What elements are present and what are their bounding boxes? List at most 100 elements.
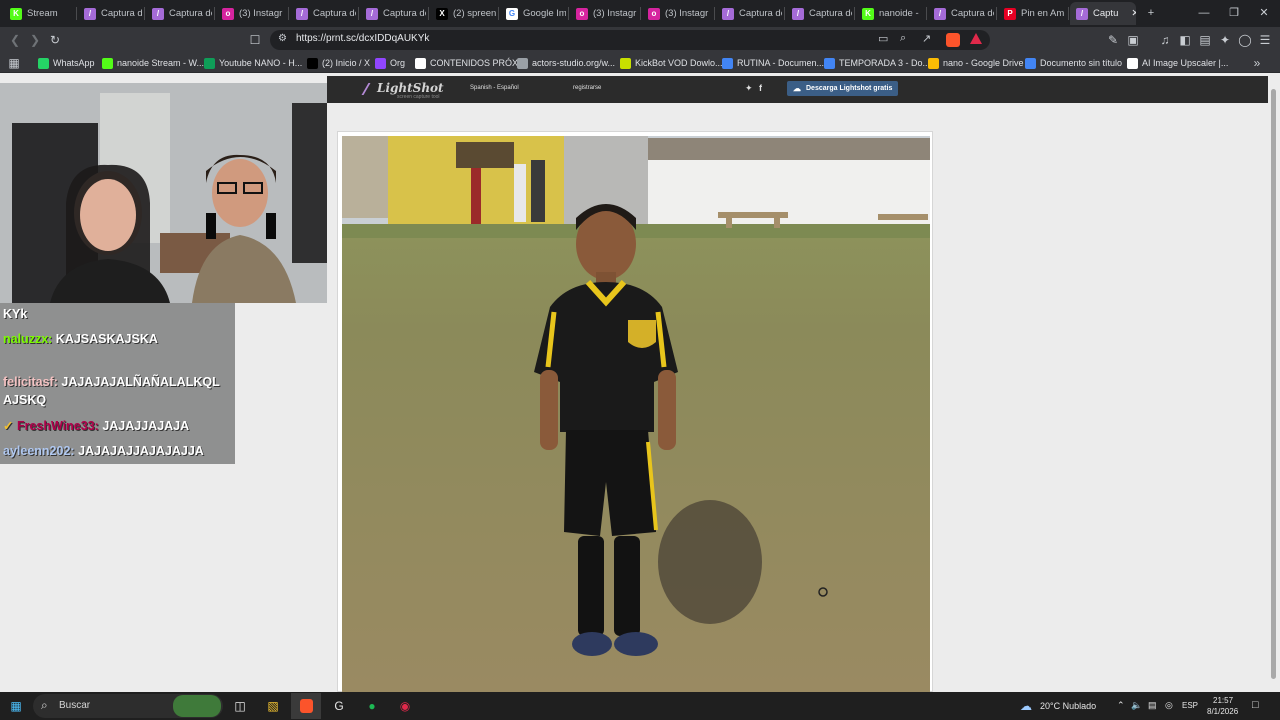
extensions-icon[interactable]: ✎ [1104,31,1122,49]
globe-icon [517,57,528,69]
browser-tab[interactable]: / Captura de [360,2,426,25]
ai-icon [1127,57,1138,69]
feather-icon: / [84,7,96,20]
more-bookmarks-icon[interactable]: » [1248,54,1266,72]
reload-icon[interactable]: ↻ [46,31,64,49]
kick-icon: K [10,7,22,20]
browser-tab[interactable]: / Captura de [716,2,782,25]
bookmark-item[interactable]: Org [375,56,405,70]
browser-tab[interactable]: / Captura de [290,2,356,25]
language-link[interactable]: Spanish - Español [470,85,519,91]
browser-tab[interactable]: o (3) Instagr [642,2,712,25]
x-icon: X [436,7,448,20]
twitter-icon[interactable]: ✦ [745,83,753,94]
new-tab-button[interactable]: + [1137,4,1165,22]
tab-title: (3) Instagr [593,8,637,19]
forward-icon[interactable]: ❯ [26,31,44,49]
bookmark-item[interactable]: nanoide Stream - W... [102,56,204,70]
bookmark-icon[interactable]: ☐ [246,31,264,49]
bookmark-item[interactable]: Youtube NANO - H... [204,56,302,70]
browser-tab[interactable]: / Captu ✕ [1070,2,1136,25]
restore-button[interactable]: ❐ [1220,4,1248,22]
browser-tab[interactable]: o (3) Instagr [216,2,286,25]
app-g-icon[interactable]: G [330,697,348,715]
kickbot-icon [620,57,631,69]
bookmark-item[interactable]: actors-studio.org/w... [517,56,615,70]
chat-message: naluzzx: KAJSASKAJSKA [3,331,158,348]
clock-date[interactable]: 8/1/2026 [1207,707,1238,716]
url-text[interactable]: https://prnt.sc/dcxIDDqAUKYk [296,33,429,44]
microphone-icon[interactable]: ◎ [1165,700,1173,711]
notifications-icon[interactable]: □ [1252,699,1259,711]
tab-title: Captura de [313,8,356,19]
kick-icon: K [862,7,874,20]
leo-ai-icon[interactable]: ✦ [1216,31,1234,49]
clock-time[interactable]: 21:57 [1213,696,1233,705]
page-scrollbar[interactable] [1268,73,1280,692]
download-button[interactable]: ☁ Descarga Lightshot gratis [787,81,899,96]
brave-taskbar-button[interactable] [291,693,321,719]
cast-icon[interactable]: ▭ [878,32,888,45]
bookmark-item[interactable]: Documento sin título [1025,56,1122,70]
pinterest-icon: P [1004,7,1016,20]
bookmark-item[interactable]: KickBot VOD Dowlo... [620,56,723,70]
volume-icon[interactable]: 🔈 [1131,700,1142,711]
bookmark-item[interactable]: TEMPORADA 3 - Do... [824,56,930,70]
bookmark-item[interactable]: nano - Google Drive [928,56,1024,70]
search-placeholder[interactable]: Buscar [59,700,90,711]
browser-tab[interactable]: / Captura de [146,2,212,25]
screenshot-image[interactable] [338,132,934,692]
task-view-icon[interactable]: ◫ [231,697,249,715]
back-icon[interactable]: ❮ [6,31,24,49]
bookmark-item[interactable]: WhatsApp [38,56,95,70]
bookmark-item[interactable]: (2) Inicio / X [307,56,370,70]
menu-icon[interactable]: ☰ [1256,31,1274,49]
windows-start-icon[interactable]: ▦ [7,697,25,715]
sidebar-icon[interactable]: ◧ [1176,31,1194,49]
spotify-icon[interactable]: ● [363,697,381,715]
taskbar-search[interactable]: ⌕ Buscar [33,694,223,718]
browser-tab[interactable]: Knanoide - [856,2,924,25]
facebook-icon[interactable]: f [759,83,762,93]
browser-tab[interactable]: / Captura de [928,2,994,25]
bookmark-item[interactable]: CONTENIDOS PRÓX... [415,56,526,70]
scrollbar-thumb[interactable] [1271,89,1276,679]
browser-tab[interactable]: G Google Im [500,2,566,25]
media-icon[interactable]: ♫ [1156,31,1174,49]
browser-tab[interactable]: / Captura de [786,2,852,25]
lightshot-logo[interactable]: LightShot [377,81,444,95]
apps-icon[interactable]: ▦ [5,54,23,72]
tab-title: Captura de [951,8,994,19]
browser-tab[interactable]: P Pin en Am [998,2,1066,25]
obs-icon[interactable]: ◉ [396,697,414,715]
screenshot-icon[interactable]: ▣ [1124,31,1142,49]
register-link[interactable]: registrarse [573,85,601,91]
feather-icon: / [792,7,804,20]
share-icon[interactable]: ↗ [922,32,931,45]
brave-rewards-icon[interactable] [970,33,982,44]
close-window-button[interactable]: ✕ [1250,4,1278,22]
zoom-icon[interactable]: ⌕ [900,32,906,45]
download-icon: ☁ [793,84,801,93]
close-tab-icon[interactable]: ✕ [1131,8,1136,19]
tray-chevron-icon[interactable]: ⌃ [1117,700,1125,711]
browser-tab[interactable]: X (2) spreen [430,2,496,25]
file-explorer-icon[interactable]: ▧ [264,697,282,715]
weather-text[interactable]: 20°C Nublado [1040,701,1096,711]
wallet-icon[interactable]: ▤ [1196,31,1214,49]
address-bar[interactable]: ⚙ https://prnt.sc/dcxIDDqAUKYk ▭ ⌕ ↗ [270,30,990,50]
browser-tab[interactable]: K Stream [4,2,74,25]
brave-shields-icon[interactable] [946,33,960,47]
browser-tab[interactable]: / Captura de [78,2,142,25]
network-icon[interactable]: ▤ [1148,700,1157,711]
minimize-button[interactable]: — [1190,4,1218,22]
vpn-icon[interactable]: ◯ [1236,31,1254,49]
site-info-icon[interactable]: ⚙ [278,33,287,44]
webcam-overlay [0,83,327,303]
chat-username: naluzzx: [3,332,53,346]
browser-tab[interactable]: o (3) Instagr [570,2,638,25]
bookmark-item[interactable]: RUTINA - Documen... [722,56,824,70]
language-indicator[interactable]: ESP [1182,701,1198,710]
bookmark-item[interactable]: AI Image Upscaler |... [1127,56,1228,70]
chat-text: JAJAJAJJAJAJAJJA [78,444,204,458]
